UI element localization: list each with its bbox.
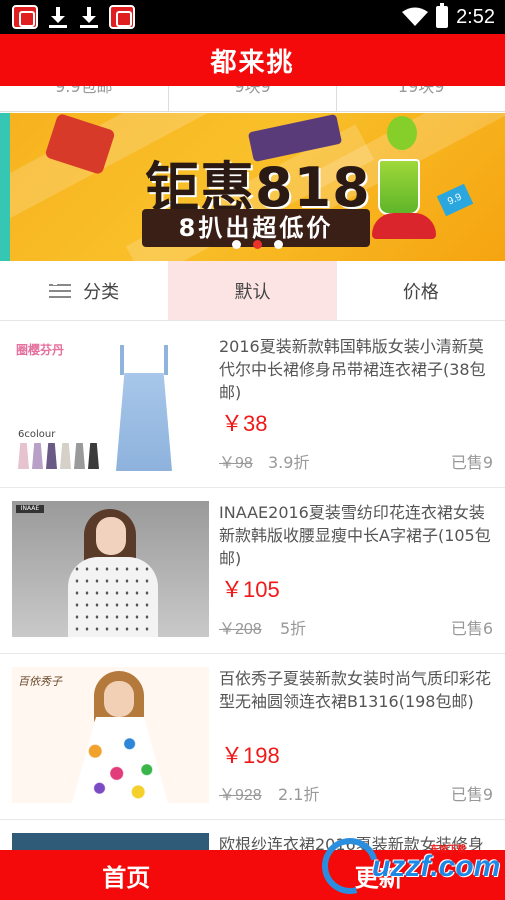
discount-label: 5折 bbox=[280, 619, 307, 638]
color-swatches bbox=[18, 443, 99, 469]
sold-count: 已售9 bbox=[450, 453, 493, 472]
brand-logo: INAAE bbox=[16, 505, 44, 513]
product-image[interactable]: 圈樱芬丹 6colour bbox=[12, 335, 209, 471]
app-notification-icon bbox=[109, 5, 135, 29]
sold-count: 已售9 bbox=[450, 785, 493, 804]
app-title: 都来挑 bbox=[210, 47, 295, 78]
sort-bar: 分类 默认 价格 bbox=[0, 261, 505, 321]
tab-9-yuan-9[interactable]: 9块9 bbox=[169, 86, 338, 111]
status-bar: 2:52 bbox=[0, 0, 505, 34]
sort-category-label: 分类 bbox=[83, 281, 120, 303]
nav-home[interactable]: 首页 bbox=[0, 850, 253, 900]
sort-category-button[interactable]: 分类 bbox=[0, 261, 168, 320]
clock: 2:52 bbox=[456, 5, 495, 28]
pagination-dot-active[interactable] bbox=[253, 240, 262, 249]
balloon-graphic bbox=[387, 116, 417, 150]
pagination-dot[interactable] bbox=[232, 240, 241, 249]
download-icon bbox=[47, 5, 69, 29]
product-list: 圈樱芬丹 6colour 2016夏装新款韩国韩版女装小清新莫代尔中长裙修身吊带… bbox=[0, 322, 505, 863]
original-price: ￥98 bbox=[219, 455, 253, 472]
tab-label: 9.9包邮 bbox=[55, 86, 113, 96]
brand-logo: 百依秀子 bbox=[18, 675, 62, 688]
image-caption: 6colour bbox=[18, 429, 56, 440]
list-icon bbox=[49, 282, 72, 299]
product-item[interactable]: INAAE INAAE2016夏装雪纺印花连衣裙女装新款韩版收腰显瘦中长A字裙子… bbox=[0, 488, 505, 654]
product-price: ￥105 bbox=[221, 577, 280, 602]
app-header: 都来挑 bbox=[0, 34, 505, 86]
cup-graphic bbox=[378, 159, 420, 215]
product-image[interactable]: INAAE bbox=[12, 501, 209, 637]
price-tag-graphic: 9.9 bbox=[436, 183, 474, 217]
tab-9-9-free-shipping[interactable]: 9.9包邮 bbox=[0, 86, 169, 111]
sort-price-button[interactable]: 价格 bbox=[337, 261, 505, 320]
nav-updates[interactable]: 更新 bbox=[253, 850, 505, 900]
product-item[interactable]: 圈樱芬丹 6colour 2016夏装新款韩国韩版女装小清新莫代尔中长裙修身吊带… bbox=[0, 322, 505, 488]
tab-label: 9块9 bbox=[234, 86, 271, 96]
promo-banner[interactable]: 9.9 钜惠818 8扒出超低价 bbox=[0, 113, 505, 261]
banner-edge bbox=[0, 113, 10, 261]
product-price: ￥38 bbox=[221, 411, 268, 436]
tab-19-yuan-9[interactable]: 19块9 bbox=[337, 86, 505, 111]
dress-graphic bbox=[112, 345, 176, 471]
wifi-icon bbox=[402, 7, 429, 26]
discount-label: 2.1折 bbox=[278, 785, 320, 804]
tab-label: 19块9 bbox=[397, 86, 445, 96]
product-image[interactable]: 百依秀子 bbox=[12, 667, 209, 803]
product-title[interactable]: INAAE2016夏装雪纺印花连衣裙女装新款韩版收腰显瘦中长A字裙子(105包邮… bbox=[219, 501, 497, 570]
original-price: ￥928 bbox=[219, 787, 262, 804]
discount-label: 3.9折 bbox=[268, 453, 310, 472]
product-price: ￥198 bbox=[221, 743, 280, 768]
product-item[interactable]: 百依秀子 百依秀子夏装新款女装时尚气质印彩花型无袖圆领连衣裙B1316(198包… bbox=[0, 654, 505, 820]
sort-default-button[interactable]: 默认 bbox=[168, 261, 337, 320]
battery-icon bbox=[436, 3, 449, 28]
app-notification-icon bbox=[12, 5, 38, 29]
shoe-graphic bbox=[372, 213, 436, 239]
product-title[interactable]: 百依秀子夏装新款女装时尚气质印彩花型无袖圆领连衣裙B1316(198包邮) bbox=[219, 667, 497, 713]
original-price: ￥208 bbox=[219, 621, 262, 638]
sort-default-label: 默认 bbox=[234, 281, 271, 303]
sort-price-label: 价格 bbox=[402, 281, 439, 303]
banner-pagination bbox=[232, 240, 283, 249]
brand-logo: 圈樱芬丹 bbox=[16, 343, 65, 357]
download-icon bbox=[78, 5, 100, 29]
bottom-navigation: 首页 更新 bbox=[0, 850, 505, 900]
top-category-tabs: 9.9包邮 9块9 19块9 bbox=[0, 86, 505, 112]
product-title[interactable]: 2016夏装新款韩国韩版女装小清新莫代尔中长裙修身吊带裙连衣裙子(38包邮) bbox=[219, 335, 497, 404]
sold-count: 已售6 bbox=[450, 619, 493, 638]
pagination-dot[interactable] bbox=[274, 240, 283, 249]
